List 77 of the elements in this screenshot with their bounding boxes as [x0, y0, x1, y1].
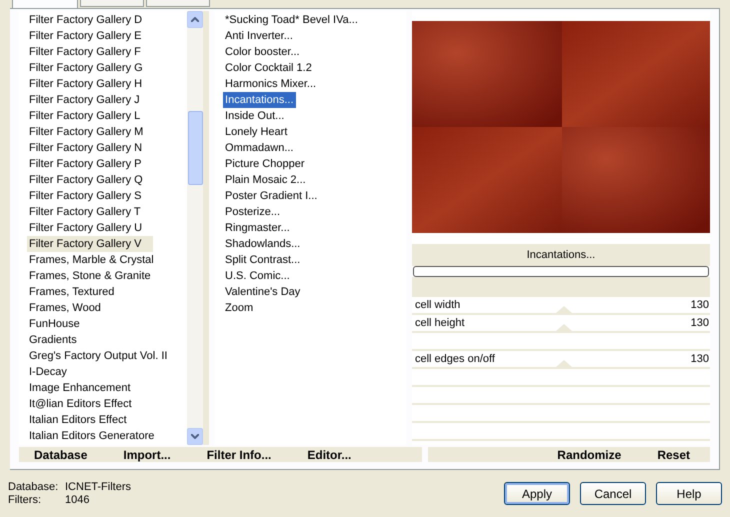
list-item[interactable]: Zoom — [223, 300, 256, 316]
list-item[interactable]: Plain Mosaic 2... — [223, 172, 308, 188]
list-item[interactable]: Filter Factory Gallery V — [27, 236, 154, 252]
list-item[interactable]: Filter Factory Gallery U — [27, 220, 154, 236]
list-item[interactable]: Filter Factory Gallery P — [27, 156, 154, 172]
list-item[interactable]: Italian Editors Generatore — [27, 428, 166, 444]
chevron-up-icon — [191, 17, 200, 22]
toolbar-button[interactable]: Filter Info... — [206, 448, 272, 462]
list-item[interactable]: Filter Factory Gallery D — [27, 12, 154, 28]
list-item[interactable]: Filter Factory Gallery M — [27, 124, 156, 140]
status-label: Filters: — [8, 494, 42, 506]
list-item[interactable]: Color booster... — [223, 44, 302, 60]
toolbar-button[interactable]: Database — [34, 448, 88, 462]
tab[interactable] — [80, 0, 144, 7]
chevron-down-icon — [191, 434, 200, 439]
slider[interactable]: cell edges on/off 130 — [412, 351, 710, 369]
slider[interactable]: cell width 130 — [412, 297, 710, 315]
toolbar-button[interactable]: Import... — [123, 448, 171, 462]
list-item[interactable]: Image Enhancement — [27, 380, 143, 396]
list-item[interactable]: Split Contrast... — [223, 252, 302, 268]
list-item[interactable]: Harmonics Mixer... — [223, 76, 318, 92]
list-item[interactable]: Filter Factory Gallery H — [27, 76, 154, 92]
list-item[interactable]: Frames, Textured — [27, 284, 126, 300]
list-item[interactable]: Filter Factory Gallery L — [27, 108, 152, 124]
list-item[interactable]: U.S. Comic... — [223, 268, 292, 284]
slider[interactable]: cell height 130 — [412, 315, 710, 333]
list-item[interactable]: It@lian Editors Effect — [27, 396, 144, 412]
filter-name: Incantations... — [526, 249, 596, 261]
list-item[interactable]: Posterize... — [223, 204, 282, 220]
scroll-thumb[interactable] — [188, 111, 203, 185]
dialog-button[interactable]: Cancel — [580, 482, 646, 505]
list-item[interactable]: Filter Factory Gallery G — [27, 60, 155, 76]
scroll-down-button[interactable] — [187, 428, 204, 445]
list-item[interactable]: FunHouse — [27, 316, 92, 332]
list-item[interactable]: Anti Inverter... — [223, 28, 295, 44]
list-item[interactable]: Inside Out... — [223, 108, 286, 124]
list-item[interactable]: Shadowlands... — [223, 236, 302, 252]
toolbar-button[interactable]: Editor... — [307, 448, 352, 462]
slider-value: 130 — [690, 299, 709, 311]
list-item[interactable]: Filter Factory Gallery J — [27, 92, 152, 108]
status-value: 1046 — [65, 494, 90, 506]
slider-value: 130 — [690, 353, 709, 365]
slider-label: cell height — [415, 317, 465, 329]
tab[interactable] — [146, 0, 210, 7]
list-item[interactable]: Frames, Stone & Granite — [27, 268, 163, 284]
list-item[interactable]: Poster Gradient I... — [223, 188, 320, 204]
scroll-up-button[interactable] — [187, 11, 204, 28]
list-item[interactable]: Filter Factory Gallery E — [27, 28, 154, 44]
status-value: ICNET-Filters — [65, 481, 132, 493]
list-item[interactable]: Picture Chopper — [223, 156, 307, 172]
list-item[interactable]: *Sucking Toad* Bevel IVa... — [223, 12, 360, 28]
list-item[interactable]: Ommadawn... — [223, 140, 296, 156]
list-item[interactable]: Color Cocktail 1.2 — [223, 60, 314, 76]
toolbar-button[interactable]: Reset — [657, 448, 690, 462]
list-item[interactable]: Filter Factory Gallery F — [27, 44, 153, 60]
list-item[interactable]: Frames, Wood — [27, 300, 113, 316]
list-item[interactable]: Lonely Heart — [223, 124, 290, 140]
slider-label: cell edges on/off — [415, 353, 495, 365]
list-item[interactable]: Filter Factory Gallery T — [27, 204, 153, 220]
list-item[interactable]: Gradients — [27, 332, 89, 348]
list-item[interactable]: Italian Editors Effect — [27, 412, 139, 428]
list-item[interactable]: Valentine's Day — [223, 284, 302, 300]
list-item[interactable]: Filter Factory Gallery N — [27, 140, 154, 156]
scrollbar[interactable] — [187, 11, 210, 445]
list-item[interactable]: I-Decay — [27, 364, 79, 380]
list-item[interactable]: Greg's Factory Output Vol. II — [27, 348, 180, 364]
list-item[interactable]: Frames, Marble & Crystal — [27, 252, 166, 268]
list-item[interactable]: Filter Factory Gallery Q — [27, 172, 155, 188]
list-item[interactable]: Filter Factory Gallery S — [27, 188, 154, 204]
list-item[interactable]: Ringmaster... — [223, 220, 292, 236]
status-label: Database: — [8, 481, 60, 493]
dialog-button[interactable]: Help — [656, 482, 722, 505]
slider-label: cell width — [415, 299, 460, 311]
dialog-button[interactable]: Apply — [504, 482, 570, 505]
list-item[interactable]: Incantations... — [223, 92, 296, 108]
slider-value: 130 — [690, 317, 709, 329]
toolbar-button[interactable]: Randomize — [557, 448, 622, 462]
